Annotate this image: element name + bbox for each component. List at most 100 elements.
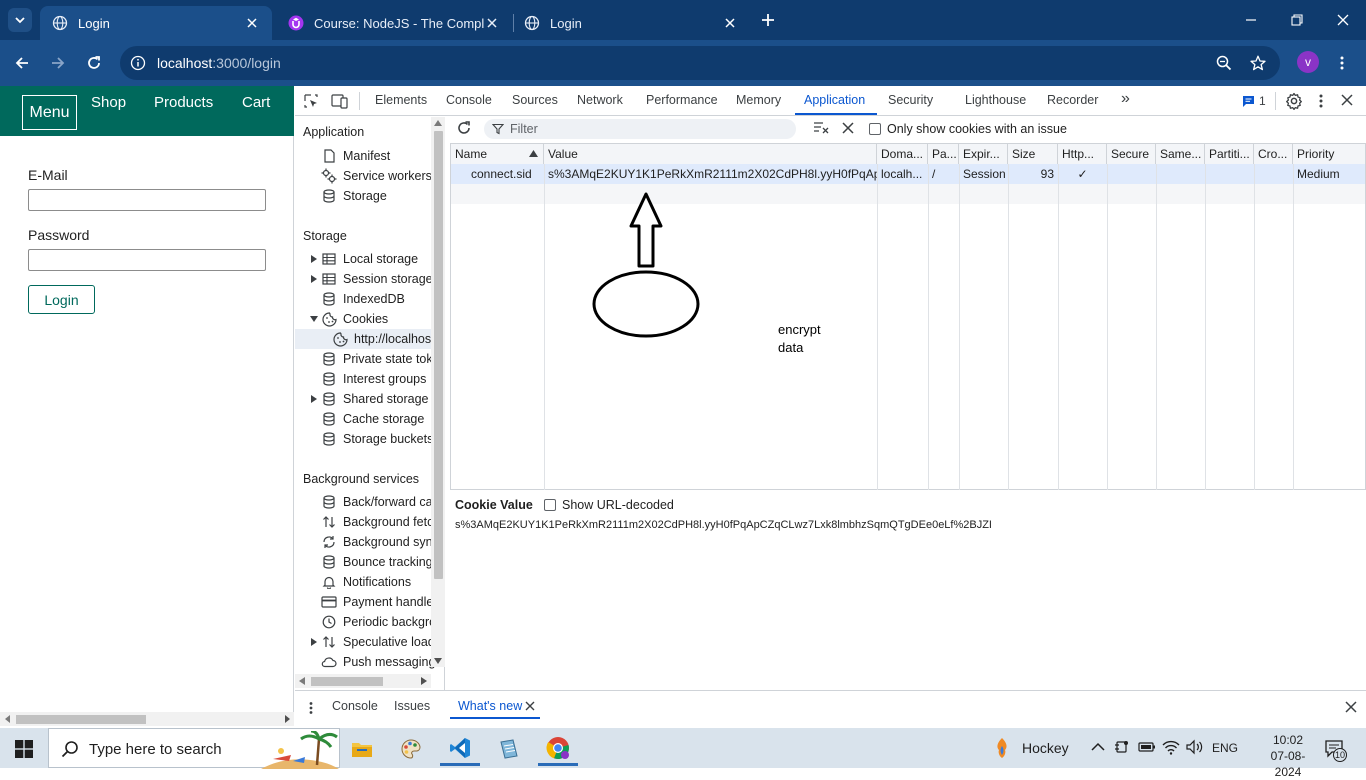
sidebar-item-service-workers[interactable]: Service workers: [321, 166, 432, 186]
issues-counter[interactable]: 1: [1242, 94, 1266, 108]
page-horizontal-scrollbar[interactable]: [0, 712, 294, 726]
cookie-path-cell[interactable]: /: [928, 164, 959, 184]
column-header-samesite[interactable]: Same...: [1156, 144, 1205, 164]
action-center-button[interactable]: 10: [1324, 738, 1347, 762]
zoom-icon[interactable]: [1216, 55, 1232, 71]
scroll-left-icon[interactable]: [4, 715, 12, 723]
tab-login[interactable]: Login: [512, 6, 750, 40]
reload-button[interactable]: [80, 49, 108, 77]
sidebar-item-private-state-tokens[interactable]: Private state tokens: [321, 349, 444, 369]
sidebar-item-local-storage[interactable]: Local storage: [309, 249, 418, 269]
show-hidden-icons-icon[interactable]: [1091, 741, 1105, 751]
volume-icon[interactable]: [1186, 739, 1204, 755]
close-window-button[interactable]: [1320, 0, 1366, 40]
profile-avatar[interactable]: v: [1297, 51, 1319, 73]
sidebar-item-speculative-loads[interactable]: Speculative loads: [309, 632, 441, 652]
drawer-tab-whats-new[interactable]: What's new: [458, 699, 522, 713]
cookie-partition-cell[interactable]: [1205, 164, 1254, 184]
cookie-value-cell[interactable]: s%3AMqE2KUY1K1PeRkXmR2111m2X02CdPH8l.yyH…: [544, 164, 877, 184]
only-issues-checkbox[interactable]: [869, 123, 881, 135]
cookie-samesite-cell[interactable]: [1156, 164, 1205, 184]
sidebar-item-push-messaging[interactable]: Push messaging: [321, 652, 435, 672]
email-field[interactable]: [28, 189, 266, 211]
more-vertical-icon[interactable]: [1313, 93, 1329, 109]
close-icon[interactable]: [244, 15, 260, 31]
drawer-tab-issues[interactable]: Issues: [394, 699, 430, 713]
sidebar-item-manifest[interactable]: Manifest: [321, 146, 390, 166]
close-devtools-icon[interactable]: [1341, 94, 1353, 106]
column-header-secure[interactable]: Secure: [1107, 144, 1156, 164]
taskbar-notes-app[interactable]: [489, 732, 529, 766]
address-bar[interactable]: localhost:3000/login: [120, 46, 1280, 80]
column-header-cross-site[interactable]: Cro...: [1254, 144, 1293, 164]
nav-cart-link[interactable]: Cart: [242, 94, 270, 111]
tab-recorder[interactable]: Recorder: [1047, 93, 1098, 107]
scroll-left-icon[interactable]: [299, 677, 305, 685]
clear-filtered-icon[interactable]: [813, 121, 829, 135]
tab-memory[interactable]: Memory: [736, 93, 781, 107]
sidebar-item-cache-storage[interactable]: Cache storage: [321, 409, 424, 429]
sidebar-item-session-storage[interactable]: Session storage: [309, 269, 433, 289]
start-button[interactable]: [4, 732, 44, 766]
column-header-priority[interactable]: Priority: [1293, 144, 1365, 164]
sidebar-item-cookies[interactable]: Cookies: [309, 309, 388, 329]
cookie-value-text[interactable]: s%3AMqE2KUY1K1PeRkXmR2111m2X02CdPH8l.yyH…: [455, 519, 992, 531]
drawer-tab-console[interactable]: Console: [332, 699, 378, 713]
cookie-httponly-cell[interactable]: ✓: [1058, 164, 1107, 184]
sidebar-item-shared-storage[interactable]: Shared storage: [309, 389, 428, 409]
minimize-button[interactable]: [1228, 0, 1274, 40]
inspect-element-icon[interactable]: [303, 93, 319, 109]
sidebar-item-back-forward-cache[interactable]: Back/forward cache: [321, 492, 444, 512]
sidebar-item-payment-handler[interactable]: Payment handler: [321, 592, 438, 612]
scroll-up-icon[interactable]: [434, 120, 442, 126]
weather-widget[interactable]: Hockey: [990, 736, 1069, 760]
column-header-httponly[interactable]: Http...: [1058, 144, 1107, 164]
taskbar-file-explorer[interactable]: [342, 732, 382, 766]
sidebar-item-periodic-background-sync[interactable]: Periodic background sync: [321, 612, 444, 632]
sidebar-item-storage[interactable]: Storage: [321, 186, 387, 206]
tab-lighthouse[interactable]: Lighthouse: [965, 93, 1026, 107]
restore-button[interactable]: [1274, 0, 1320, 40]
cookie-domain-cell[interactable]: localh...: [877, 164, 928, 184]
clear-all-icon[interactable]: [842, 122, 854, 134]
nav-products-link[interactable]: Products: [154, 94, 213, 111]
show-url-decoded-toggle[interactable]: Show URL-decoded: [544, 498, 674, 512]
tab-elements[interactable]: Elements: [375, 93, 427, 107]
language-indicator[interactable]: ENG: [1212, 741, 1238, 755]
scrollbar-thumb[interactable]: [434, 131, 443, 579]
scroll-down-icon[interactable]: [434, 658, 442, 664]
column-header-name[interactable]: Name: [451, 144, 544, 164]
tab-application[interactable]: Application: [804, 93, 865, 107]
close-icon[interactable]: [722, 15, 738, 31]
sidebar-item-interest-groups[interactable]: Interest groups: [321, 369, 426, 389]
password-field[interactable]: [28, 249, 266, 271]
column-header-size[interactable]: Size: [1008, 144, 1058, 164]
cookie-cross-site-cell[interactable]: [1254, 164, 1293, 184]
nav-shop-link[interactable]: Shop: [91, 94, 126, 111]
sidebar-item-cookie-origin[interactable]: http://localhost:3000: [295, 329, 444, 349]
tab-network[interactable]: Network: [577, 93, 623, 107]
scroll-right-icon[interactable]: [283, 715, 291, 723]
tab-course-nodejs[interactable]: Course: NodeJS - The Complete: [276, 6, 512, 40]
tab-performance[interactable]: Performance: [646, 93, 718, 107]
close-icon[interactable]: [525, 701, 535, 711]
sidebar-item-indexeddb[interactable]: IndexedDB: [321, 289, 405, 309]
tab-search-button[interactable]: [8, 8, 32, 32]
new-tab-button[interactable]: [758, 10, 778, 30]
column-header-value[interactable]: Value: [544, 144, 877, 164]
column-header-domain[interactable]: Doma...: [877, 144, 928, 164]
column-header-partition-key[interactable]: Partiti...: [1205, 144, 1254, 164]
wifi-icon[interactable]: [1162, 739, 1180, 755]
refresh-icon[interactable]: [456, 120, 472, 136]
column-header-path[interactable]: Pa...: [928, 144, 959, 164]
only-issues-toggle[interactable]: Only show cookies with an issue: [869, 122, 1067, 136]
close-icon[interactable]: [484, 15, 500, 31]
menu-button[interactable]: Menu: [22, 95, 77, 130]
cookie-secure-cell[interactable]: [1107, 164, 1156, 184]
sidebar-item-bounce-tracking[interactable]: Bounce tracking: [321, 552, 433, 572]
sidebar-item-background-sync[interactable]: Background sync: [321, 532, 439, 552]
bookmark-star-icon[interactable]: [1250, 55, 1266, 71]
sidebar-horizontal-scrollbar[interactable]: [295, 674, 431, 688]
gear-icon[interactable]: [1285, 92, 1303, 110]
chrome-menu-button[interactable]: [1328, 49, 1356, 77]
